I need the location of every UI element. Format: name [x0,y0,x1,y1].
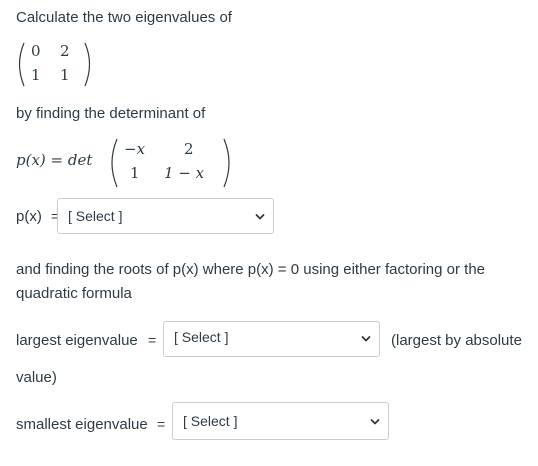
roots-text-line1: and finding the roots of p(x) where p(x)… [16,261,486,278]
largest-equals: = [148,332,157,348]
px-select-label: p(x) [16,208,42,225]
px-det-label: p(x) = det [16,151,93,169]
chevron-down-icon [370,419,380,425]
px-select-value: [ Select ] [68,208,123,224]
chevron-down-icon [361,336,371,342]
by-finding-text: by finding the determinant of [16,105,206,122]
smallest-equals: = [157,416,166,432]
largest-eigenvalue-select[interactable]: [ Select ] [163,321,380,357]
matrix-a-r2c2: 1 [60,66,70,84]
roots-text-line2: quadratic formula [16,285,132,302]
matrix-a-r2c1: 1 [31,66,41,84]
matrix-a-parens [18,42,91,87]
det-matrix-r1c1: −x [124,140,146,158]
px-select[interactable]: [ Select ] [57,198,274,234]
largest-note-line2: value) [16,369,57,386]
det-matrix-r2c1: 1 [130,164,140,182]
matrix-a-r1c2: 2 [60,42,70,60]
matrix-a-r1c1: 0 [31,42,41,60]
largest-note-line1: (largest by absolute [391,332,522,349]
det-matrix-r1c2: 2 [184,140,194,158]
smallest-select-value: [ Select ] [183,413,238,429]
smallest-eigenvalue-select[interactable]: [ Select ] [172,402,389,440]
chevron-down-icon [255,214,265,220]
det-matrix-r2c2: 1 − x [164,164,205,182]
largest-eigenvalue-label: largest eigenvalue [16,332,138,349]
matrix-a: 0 2 1 1 [14,40,104,90]
det-matrix: −x 2 1 1 − x [106,136,236,190]
smallest-eigenvalue-label: smallest eigenvalue [16,416,148,433]
question-intro: Calculate the two eigenvalues of [16,9,232,26]
largest-select-value: [ Select ] [174,329,229,345]
